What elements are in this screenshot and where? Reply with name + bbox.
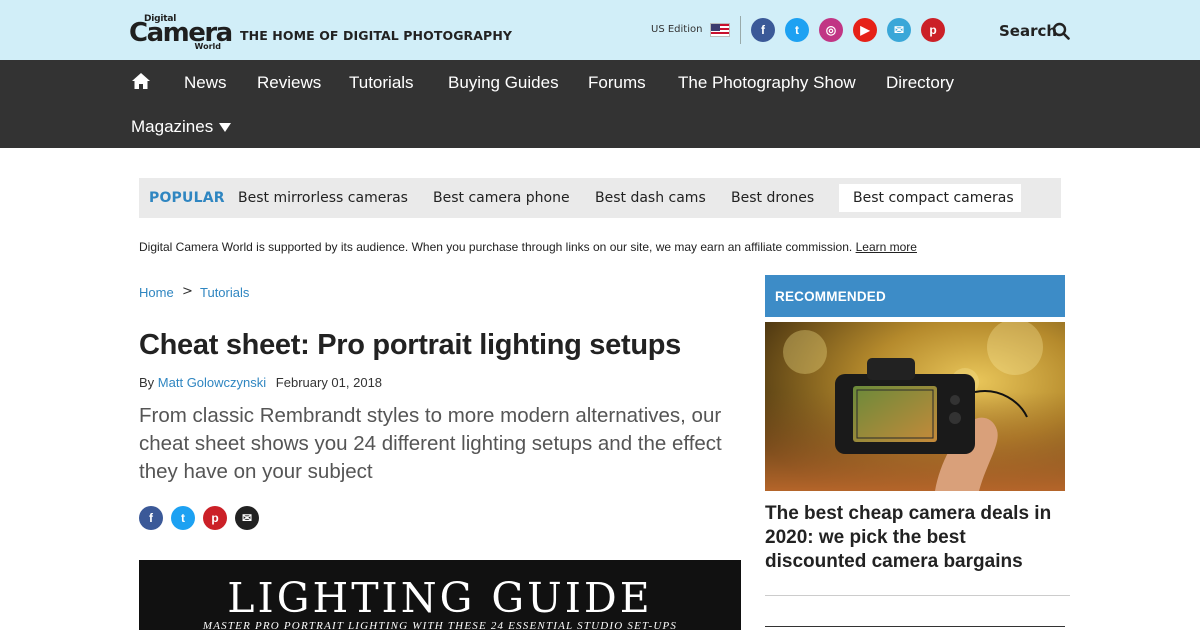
instagram-icon[interactable]: ◎ [819,18,843,42]
email-icon[interactable]: ✉ [887,18,911,42]
popular-link[interactable]: Best camera phone [433,190,570,206]
popular-link[interactable]: Best dash cams [595,190,706,206]
nav-directory[interactable]: Directory [886,73,954,93]
affiliate-disclaimer: Digital Camera World is supported by its… [139,240,917,254]
byline: By Matt Golowczynski February 01, 2018 [139,375,382,390]
caret-down-icon [219,123,232,133]
recommended-article-title[interactable]: The best cheap camera deals in 2020: we … [765,502,1065,574]
twitter-icon[interactable]: t [785,18,809,42]
recommended-header: RECOMMENDED [765,275,1065,317]
site-tagline: THE HOME OF DIGITAL PHOTOGRAPHY [240,28,513,43]
youtube-icon[interactable]: ▶ [853,18,877,42]
divider [740,16,741,44]
edition-label[interactable]: US Edition [651,24,702,35]
hero-subtitle: MASTER PRO PORTRAIT LIGHTING WITH THESE … [202,620,678,630]
share-email-icon[interactable]: ✉ [235,506,259,530]
affiliate-text: Digital Camera World is supported by its… [139,240,853,254]
hero-image: LIGHTING GUIDE MASTER PRO PORTRAIT LIGHT… [139,560,741,630]
main-nav: News Reviews Tutorials Buying Guides For… [0,60,1200,148]
home-icon[interactable] [131,72,151,90]
pinterest-icon[interactable]: p [921,18,945,42]
share-pinterest-icon[interactable]: p [203,506,227,530]
nav-forums[interactable]: Forums [588,73,646,93]
breadcrumb-tutorials[interactable]: Tutorials [200,285,249,300]
nav-magazines-label: Magazines [131,117,214,136]
popular-link-active[interactable]: Best compact cameras [853,190,1014,206]
breadcrumb-separator: > [182,284,193,299]
facebook-icon[interactable]: f [751,18,775,42]
sidebar-divider [765,626,1065,627]
nav-reviews[interactable]: Reviews [257,73,321,93]
nav-tutorials[interactable]: Tutorials [349,73,414,93]
author-link[interactable]: Matt Golowczynski [158,375,266,390]
byline-prefix: By [139,375,155,390]
us-flag-icon[interactable] [710,23,730,37]
article-headline: Cheat sheet: Pro portrait lighting setup… [139,329,681,361]
nav-buying-guides[interactable]: Buying Guides [448,73,559,93]
share-twitter-icon[interactable]: t [171,506,195,530]
top-bar: Digital Camera World THE HOME OF DIGITAL… [0,0,1200,60]
recommended-image[interactable] [765,322,1065,491]
logo-text-bottom: World [194,42,221,51]
search-button[interactable]: Search [999,22,1057,40]
recommended-label: RECOMMENDED [775,289,886,304]
popular-link[interactable]: Best drones [731,190,814,206]
article-standfirst: From classic Rembrandt styles to more mo… [139,404,722,483]
sidebar-divider [765,595,1070,596]
popular-bar: POPULAR Best mirrorless cameras Best cam… [139,178,1061,218]
publish-date: February 01, 2018 [275,375,383,390]
hero-title: LIGHTING GUIDE [227,574,653,622]
nav-news[interactable]: News [184,73,227,93]
nav-magazines[interactable]: Magazines [131,117,232,137]
site-logo[interactable]: Digital Camera World [129,14,233,52]
search-icon[interactable] [1052,22,1070,40]
learn-more-link[interactable]: Learn more [856,240,917,254]
share-facebook-icon[interactable]: f [139,506,163,530]
nav-photography-show[interactable]: The Photography Show [678,73,856,93]
popular-label: POPULAR [149,190,225,206]
popular-link[interactable]: Best mirrorless cameras [238,190,408,206]
breadcrumb-home[interactable]: Home [139,285,174,300]
